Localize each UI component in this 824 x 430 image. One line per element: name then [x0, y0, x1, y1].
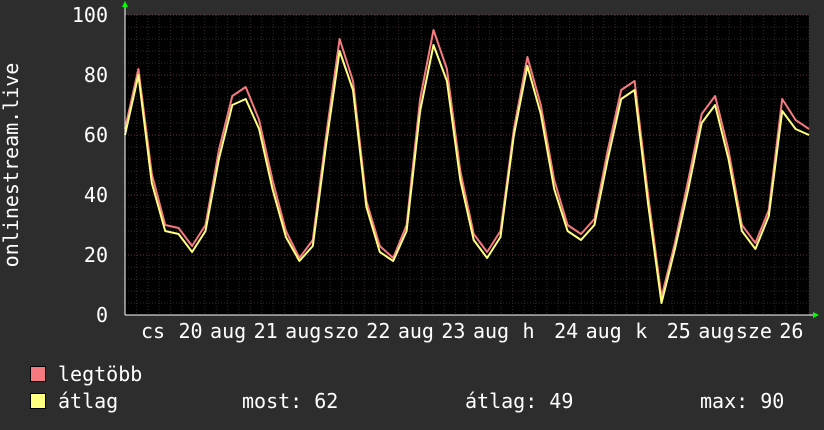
x-tick-label: aug	[698, 319, 734, 343]
x-tick-label: aug	[210, 319, 246, 343]
x-tick-label: 25	[667, 319, 691, 343]
x-tick-label: h	[523, 319, 535, 343]
x-tick-label: sze	[736, 319, 772, 343]
x-tick-label: 21	[254, 319, 278, 343]
x-tick-label: cs	[141, 319, 165, 343]
x-tick-label: aug	[473, 319, 509, 343]
y-axis-arrow	[122, 1, 128, 7]
x-axis-arrow	[813, 312, 819, 318]
x-tick-label: 26	[779, 319, 803, 343]
y-axis-label: onlinestream.live	[0, 63, 23, 268]
y-tick-label: 0	[96, 303, 108, 327]
legend-swatch-max	[30, 366, 46, 382]
x-tick-label: aug	[586, 319, 622, 343]
y-tick-label: 60	[84, 123, 108, 147]
legend-item-avg: átlag	[30, 389, 118, 413]
y-tick-label: 20	[84, 243, 108, 267]
x-tick-label: 24	[554, 319, 578, 343]
x-tick-label: 22	[366, 319, 390, 343]
line-chart: 0 20 40 60 80 100 onlinestream.live cs 20 aug 21 au…	[0, 1, 824, 343]
x-tick-label: 23	[441, 319, 465, 343]
x-tick-label: 20	[179, 319, 203, 343]
legend-label-avg: átlag	[58, 389, 119, 413]
legend-label-max: legtöbb	[58, 362, 143, 386]
legend-item-max: legtöbb	[30, 362, 142, 386]
stat-average: átlag: 49	[465, 389, 574, 413]
y-tick-label: 40	[84, 183, 108, 207]
x-tick-label: szo	[323, 319, 359, 343]
stat-max: max: 90	[700, 389, 785, 413]
legend-swatch-avg	[30, 393, 46, 409]
stat-current: most: 62	[242, 389, 339, 413]
x-tick-label: aug	[398, 319, 434, 343]
x-tick-label: k	[635, 319, 647, 343]
y-tick-label: 100	[72, 3, 108, 27]
x-tick-label: aug	[285, 319, 321, 343]
y-tick-label: 80	[84, 63, 108, 87]
